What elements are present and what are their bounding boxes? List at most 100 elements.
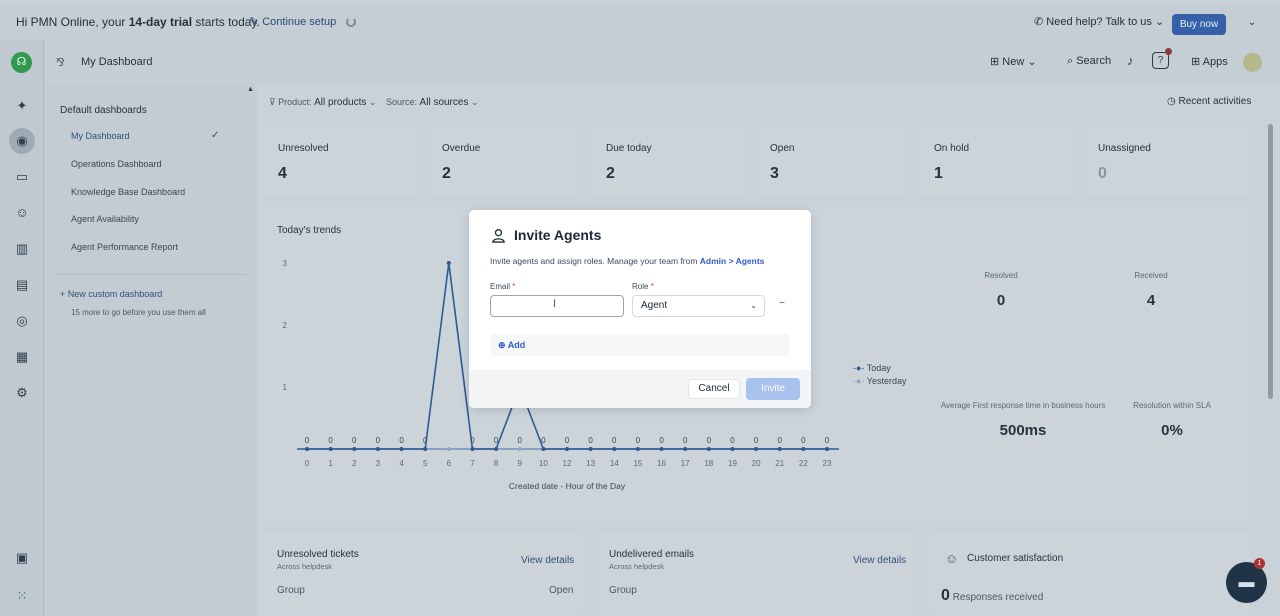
custom-dashboard-quota: 15 more to go before you use them all	[71, 308, 206, 317]
reports-icon[interactable]: ▦	[13, 348, 31, 366]
settings-icon[interactable]: ⚙	[13, 384, 31, 402]
bot-icon[interactable]: ◎	[13, 312, 31, 330]
legend-item-yesterday[interactable]: -●- Yesterday	[853, 375, 906, 388]
apps-button[interactable]: ⊞ Apps	[1191, 55, 1228, 68]
y-tick-label: 1	[283, 383, 288, 392]
expand-panel-icon[interactable]: ▣	[13, 549, 31, 567]
chat-widget-button[interactable]: ▬ 1	[1226, 558, 1267, 603]
tickets-icon[interactable]: ▭	[13, 168, 31, 186]
add-row-bar: ⊕ Add	[490, 334, 790, 356]
legend-item-today[interactable]: -●- Today	[853, 362, 906, 375]
card-on-hold[interactable]: On hold 1	[920, 127, 1074, 197]
required-marker: *	[512, 282, 516, 291]
collapse-banner-icon[interactable]: ⌄	[1248, 17, 1256, 28]
apps-grid-icon[interactable]: ⁙	[13, 587, 31, 605]
data-label: 0	[376, 436, 381, 445]
knowledge-base-icon[interactable]: ▥	[13, 240, 31, 258]
data-point	[683, 447, 688, 451]
dashboard-item-agent-performance[interactable]: Agent Performance Report	[71, 242, 178, 252]
unresolved-tickets-title: Unresolved tickets	[277, 549, 359, 560]
need-help-link[interactable]: ✆ Need help? Talk to us ⌄	[1034, 15, 1164, 28]
page-scrollbar[interactable]	[1268, 124, 1273, 399]
data-label: 0	[305, 436, 310, 445]
card-due-today[interactable]: Due today 2	[592, 127, 746, 197]
contacts-icon[interactable]: ☺	[13, 204, 31, 222]
source-filter[interactable]: Source: All sources ⌄	[386, 97, 479, 108]
view-details-link[interactable]: View details	[853, 555, 906, 566]
apps-label: Apps	[1202, 56, 1228, 68]
x-tick-label: 5	[423, 459, 428, 468]
search-button[interactable]: ⌕ Search	[1067, 55, 1111, 68]
undelivered-emails-subtitle: Across helpdesk	[609, 562, 665, 571]
app-logo-icon[interactable]: ☊	[11, 52, 32, 73]
add-agent-button[interactable]: ⊕ Add	[498, 340, 525, 351]
x-tick-label: 7	[470, 459, 475, 468]
x-tick-label: 6	[447, 459, 452, 468]
cancel-button[interactable]: Cancel	[688, 379, 740, 399]
x-axis-label: Created date - Hour of the Day	[509, 481, 626, 491]
card-value: 1	[934, 165, 943, 182]
card-unresolved[interactable]: Unresolved 4	[264, 127, 418, 197]
data-point	[730, 447, 735, 451]
new-button[interactable]: ⊞ New ⌄	[990, 55, 1037, 68]
dashboard-item-my-dashboard[interactable]: My Dashboard	[71, 131, 130, 141]
search-icon: ⌕	[1067, 55, 1077, 67]
x-tick-label: 3	[376, 459, 381, 468]
conversations-icon[interactable]: ▤	[13, 276, 31, 294]
data-label: 0	[636, 436, 641, 445]
legend-marker-today: -●-	[853, 363, 865, 373]
help-icon[interactable]: ?	[1152, 48, 1172, 69]
buy-now-button[interactable]: Buy now	[1172, 14, 1226, 35]
modal-description: Invite agents and assign roles. Manage y…	[490, 256, 764, 266]
card-overdue[interactable]: Overdue 2	[428, 127, 582, 197]
avatar[interactable]	[1243, 53, 1262, 72]
role-select[interactable]: Agent ⌄	[632, 295, 765, 317]
data-point	[470, 447, 475, 451]
admin-agents-link[interactable]: Admin > Agents	[700, 256, 765, 266]
data-label: 0	[328, 436, 333, 445]
card-unassigned[interactable]: Unassigned 0	[1084, 127, 1250, 197]
dashboard-item-knowledge-base[interactable]: Knowledge Base Dashboard	[71, 187, 185, 197]
data-point	[446, 447, 451, 451]
invite-button[interactable]: Invite	[746, 378, 800, 400]
new-custom-dashboard-link[interactable]: + New custom dashboard	[60, 289, 162, 299]
data-label: 0	[778, 436, 783, 445]
x-tick-label: 14	[610, 459, 619, 468]
data-label: 0	[565, 436, 570, 445]
card-open[interactable]: Open 3	[756, 127, 910, 197]
view-details-link[interactable]: View details	[521, 555, 574, 566]
remove-row-icon[interactable]: −	[776, 298, 788, 310]
dashboard-item-operations[interactable]: Operations Dashboard	[71, 159, 162, 169]
x-tick-label: 13	[586, 459, 595, 468]
data-point	[328, 447, 333, 451]
menu-toggle-icon[interactable]: ⅋	[56, 56, 65, 69]
dashboard-item-agent-availability[interactable]: Agent Availability	[71, 214, 139, 224]
modal-description-text: Invite agents and assign roles. Manage y…	[490, 256, 700, 266]
data-point	[494, 447, 499, 451]
card-label: On hold	[934, 143, 970, 154]
product-filter[interactable]: ⊽ Product: All products ⌄	[269, 97, 376, 108]
role-select-value: Agent	[641, 300, 668, 311]
data-point	[706, 447, 711, 451]
scroll-up-icon[interactable]: ▲	[247, 86, 254, 93]
card-value: 3	[770, 165, 779, 182]
continue-setup-link[interactable]: ✎ Continue setup	[249, 15, 357, 28]
product-filter-value: All products	[314, 97, 367, 108]
card-value: 0	[1098, 165, 1107, 182]
x-tick-label: 17	[681, 459, 690, 468]
notifications-bell-icon[interactable]: ♪	[1127, 53, 1134, 68]
recent-activities-button[interactable]: ◷ Recent activities	[1167, 96, 1251, 107]
email-field[interactable]	[490, 295, 624, 317]
card-label: Overdue	[442, 143, 481, 154]
legend-label-yesterday: Yesterday	[866, 376, 907, 386]
invite-agents-modal: Invite Agents Invite agents and assign r…	[469, 210, 811, 408]
sidebar-divider	[54, 274, 247, 275]
stat-sla-value: 0%	[1161, 422, 1183, 439]
group-column-header: Group	[277, 585, 305, 596]
data-point	[635, 447, 640, 451]
data-point	[352, 447, 357, 451]
sparkle-icon[interactable]: ✦	[13, 97, 31, 115]
role-label: Role *	[632, 282, 654, 291]
dashboard-icon[interactable]: ◉	[9, 128, 35, 154]
unresolved-tickets-subtitle: Across helpdesk	[277, 562, 333, 571]
